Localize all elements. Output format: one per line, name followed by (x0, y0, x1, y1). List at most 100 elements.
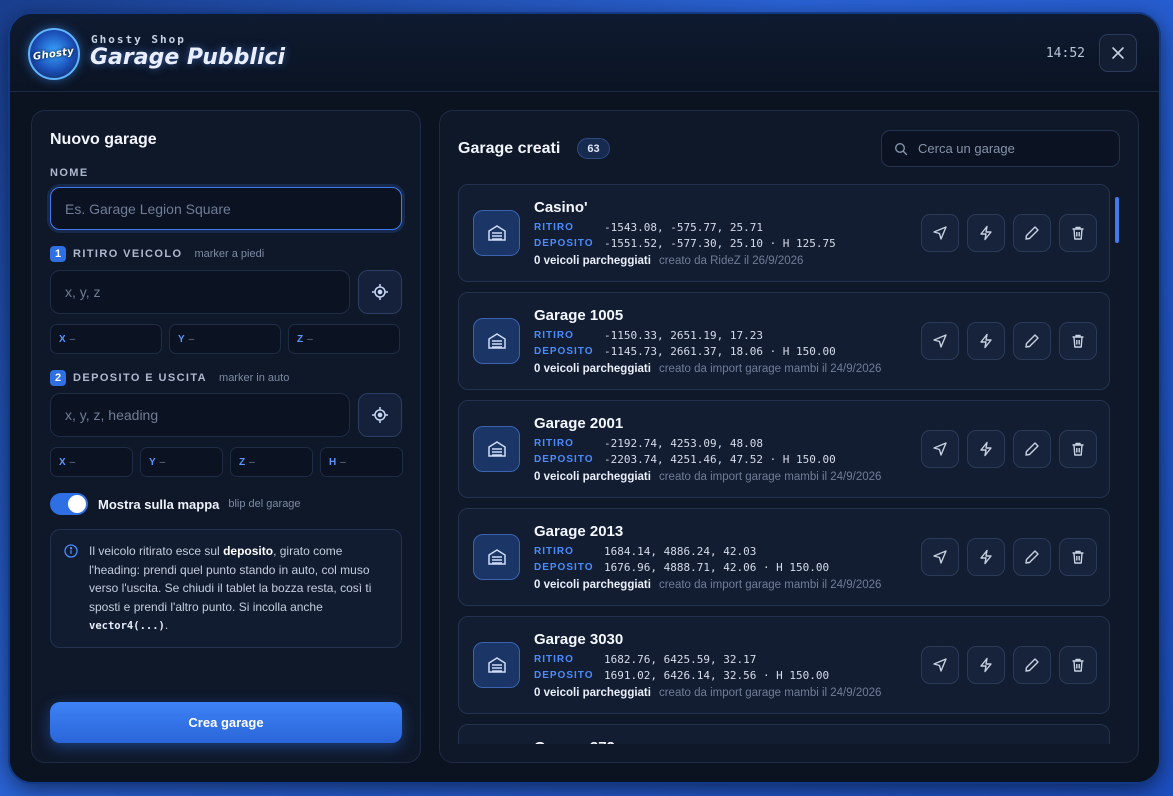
new-garage-panel: Nuovo garage NOME 1 RITIRO VEICOLO marke… (31, 110, 421, 763)
deposit-capture-button[interactable] (358, 393, 402, 437)
pickup-key: RITIRO (534, 438, 574, 449)
delete-button[interactable] (1059, 538, 1097, 576)
edit-button[interactable] (1013, 430, 1051, 468)
name-input[interactable] (50, 187, 402, 230)
edit-button[interactable] (1013, 538, 1051, 576)
garage-meta: 0 veicoli parcheggiati creato da RideZ il… (534, 255, 803, 267)
name-label: NOME (50, 167, 89, 179)
pickup-z-field[interactable]: Z – (288, 324, 400, 354)
create-garage-button[interactable]: Crea garage (50, 702, 402, 743)
navigate-button[interactable] (921, 538, 959, 576)
lightning-icon (980, 549, 992, 565)
show-on-map-label: Mostra sulla mappa (98, 496, 220, 512)
pickup-coords: 1682.76, 6425.59, 32.17 (604, 653, 757, 666)
teleport-button[interactable] (967, 322, 1005, 360)
form-title: Nuovo garage (50, 131, 157, 148)
edit-button[interactable] (1013, 322, 1051, 360)
navigate-icon (933, 550, 947, 564)
deposit-step-number: 2 (50, 370, 66, 386)
deposit-x-field[interactable]: X – (50, 447, 133, 477)
garage-icon (473, 210, 520, 256)
deposit-heading-field[interactable]: H – (320, 447, 403, 477)
teleport-button[interactable] (967, 430, 1005, 468)
list-title: Garage creati (458, 140, 561, 157)
pickup-row: RITIRO 1682.76, 6425.59, 32.17 (534, 653, 756, 666)
clock: 14:52 (1045, 46, 1085, 61)
garage-card[interactable]: Garage 3030 RITIRO 1682.76, 6425.59, 32.… (458, 616, 1110, 714)
vehicle-count: 0 veicoli parcheggiati (534, 363, 651, 375)
navigate-icon (933, 226, 947, 240)
pickup-step-number: 1 (50, 246, 66, 262)
navigate-button[interactable] (921, 322, 959, 360)
tablet-window: Ghosty Ghosty Shop Garage Pubblici 14:52… (10, 14, 1159, 782)
deposit-coords: 1676.96, 4888.71, 42.06 · H 150.00 (604, 561, 830, 574)
close-icon (1112, 47, 1124, 59)
show-on-map-hint: blip del garage (228, 498, 301, 510)
pickup-capture-button[interactable] (358, 270, 402, 314)
pickup-key: RITIRO (534, 546, 574, 557)
trash-icon (1072, 226, 1084, 240)
header: Ghosty Ghosty Shop Garage Pubblici 14:52 (10, 14, 1159, 92)
created-by: creato da import garage mambi il 24/9/20… (658, 579, 882, 591)
delete-button[interactable] (1059, 646, 1097, 684)
deposit-y-field[interactable]: Y – (140, 447, 223, 477)
deposit-coords: 1691.02, 6426.14, 32.56 · H 150.00 (604, 669, 830, 682)
teleport-button[interactable] (967, 214, 1005, 252)
edit-button[interactable] (1013, 646, 1051, 684)
deposit-label: DEPOSITO E USCITA (73, 372, 208, 384)
deposit-coords-input[interactable] (50, 393, 350, 437)
search-input[interactable] (918, 141, 1108, 156)
deposit-z-field[interactable]: Z – (230, 447, 313, 477)
brand-logo-text: Ghosty (32, 45, 76, 63)
edit-button[interactable] (1013, 214, 1051, 252)
navigate-button[interactable] (921, 214, 959, 252)
pickup-key: RITIRO (534, 654, 574, 665)
created-by: creato da RideZ il 26/9/2026 (658, 255, 804, 267)
trash-icon (1072, 658, 1084, 672)
pickup-coords-input[interactable] (50, 270, 350, 314)
pickup-y-field[interactable]: Y – (169, 324, 281, 354)
show-on-map-toggle[interactable] (50, 493, 88, 515)
garage-icon (473, 642, 520, 688)
navigate-button[interactable] (921, 646, 959, 684)
info-text: Il veicolo ritirato esce sul deposito, g… (89, 544, 372, 632)
teleport-button[interactable] (967, 538, 1005, 576)
garage-card[interactable]: Garage 2013 RITIRO 1684.14, 4886.24, 42.… (458, 508, 1110, 606)
brand-logo: Ghosty (28, 28, 80, 80)
vehicle-count: 0 veicoli parcheggiati (534, 579, 651, 591)
search-box[interactable] (881, 130, 1120, 167)
deposit-coords: -1551.52, -577.30, 25.10 · H 125.75 (604, 237, 836, 250)
delete-button[interactable] (1059, 214, 1097, 252)
pickup-coords: -1150.33, 2651.19, 17.23 (604, 329, 763, 342)
vehicle-count: 0 veicoli parcheggiati (534, 687, 651, 699)
delete-button[interactable] (1059, 322, 1097, 360)
pickup-row: RITIRO -1543.08, -575.77, 25.71 (534, 221, 763, 234)
pencil-icon (1025, 334, 1039, 348)
pencil-icon (1025, 226, 1039, 240)
garage-card[interactable]: Casino' RITIRO -1543.08, -575.77, 25.71 … (458, 184, 1110, 282)
garage-name: Garage 1005 (534, 307, 624, 324)
garage-card[interactable]: Garage 1005 RITIRO -1150.33, 2651.19, 17… (458, 292, 1110, 390)
deposit-row: DEPOSITO 1691.02, 6426.14, 32.56 · H 150… (534, 669, 829, 682)
vehicle-count: 0 veicoli parcheggiati (534, 255, 651, 267)
pickup-coords: -1543.08, -575.77, 25.71 (604, 221, 763, 234)
teleport-button[interactable] (967, 646, 1005, 684)
deposit-coords: -1145.73, 2661.37, 18.06 · H 150.00 (604, 345, 836, 358)
close-button[interactable] (1099, 34, 1137, 72)
garage-name: Garage 372 (534, 739, 615, 744)
navigate-button[interactable] (921, 430, 959, 468)
pickup-x-field[interactable]: X – (50, 324, 162, 354)
delete-button[interactable] (1059, 430, 1097, 468)
deposit-row: DEPOSITO -1551.52, -577.30, 25.10 · H 12… (534, 237, 836, 250)
garage-card[interactable]: Garage 2001 RITIRO -2192.74, 4253.09, 48… (458, 400, 1110, 498)
list-scrollbar[interactable] (1115, 197, 1119, 243)
lightning-icon (980, 333, 992, 349)
garage-icon (473, 318, 520, 364)
garage-meta: 0 veicoli parcheggiati creato da import g… (534, 363, 881, 375)
pickup-coords: -2192.74, 4253.09, 48.08 (604, 437, 763, 450)
map-toggle-row: Mostra sulla mappa blip del garage (50, 493, 301, 515)
garage-card[interactable]: Garage 372 RITIRO DEPOSITO (458, 724, 1110, 744)
pickup-row: RITIRO -2192.74, 4253.09, 48.08 (534, 437, 763, 450)
garage-name: Garage 2001 (534, 415, 624, 432)
deposit-row: DEPOSITO -1145.73, 2661.37, 18.06 · H 15… (534, 345, 836, 358)
